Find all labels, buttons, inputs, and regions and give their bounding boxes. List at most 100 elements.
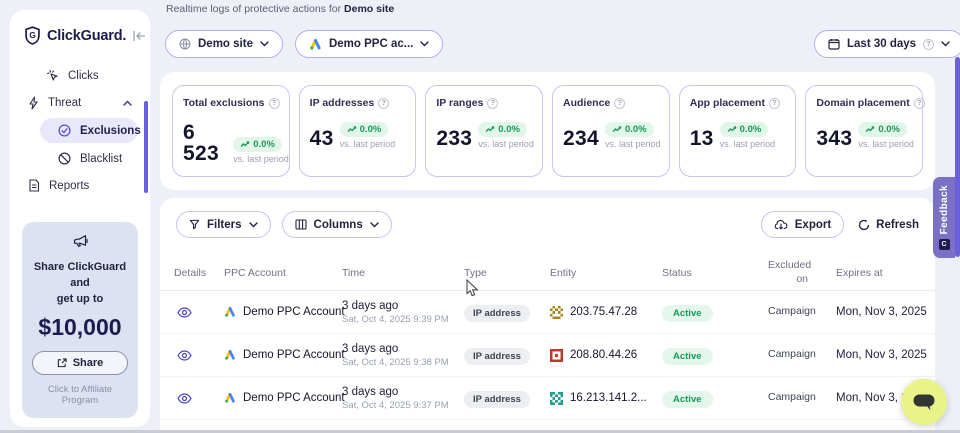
google-ads-icon [309, 38, 322, 51]
delta-badge: 0.0% [340, 122, 389, 137]
site-filter-dropdown[interactable]: Demo site [165, 30, 283, 58]
stat-label: IP ranges [436, 97, 483, 109]
columns-label: Columns [314, 219, 363, 231]
sidebar-item-reports[interactable]: Reports [10, 173, 150, 198]
expires-at-value: Mon, Nov 3, 2025 [828, 349, 935, 361]
time-relative: 3 days ago [342, 300, 450, 312]
col-header-time: Time [328, 267, 450, 279]
chevron-down-icon [370, 222, 379, 228]
sidebar-item-exclusions[interactable]: Exclusions [40, 118, 138, 143]
collapse-sidebar-icon[interactable] [132, 30, 146, 42]
sidebar-item-label: Clicks [68, 70, 99, 82]
delta-compare: vs. last period [720, 139, 776, 149]
stat-value: 13 [690, 128, 714, 149]
trend-up-icon [485, 126, 495, 133]
sidebar-item-blacklist[interactable]: Blacklist [10, 146, 150, 171]
entity-value: 208.80.44.26 [570, 349, 637, 361]
calendar-icon [828, 38, 840, 50]
help-icon[interactable] [769, 98, 780, 109]
stat-card-domain-placement: Domain placement 343 0.0% vs. last perio… [805, 85, 923, 177]
table-row: Demo PPC Account 3 days agoSat, Oct 4, 2… [160, 334, 935, 377]
help-icon[interactable] [269, 98, 280, 109]
delta-compare: vs. last period [233, 154, 289, 164]
ppc-account-dropdown[interactable]: Demo PPC ac... [295, 30, 443, 58]
chat-launcher-button[interactable] [901, 379, 947, 425]
entity-value: 203.75.47.28 [570, 306, 637, 318]
share-button-label: Share [73, 357, 104, 369]
trend-up-icon [612, 126, 622, 133]
stat-label: App placement [690, 97, 765, 109]
help-icon[interactable] [914, 98, 925, 109]
trend-up-icon [865, 126, 875, 133]
delta-badge: 0.0% [478, 122, 527, 137]
filters-label: Filters [207, 219, 242, 231]
trend-up-icon [240, 141, 250, 148]
help-icon[interactable] [487, 98, 498, 109]
affiliate-promo-card: Share ClickGuard and get up to $10,000 S… [22, 222, 138, 418]
brand-name: ClickGuard. [47, 28, 126, 44]
refresh-button[interactable]: Refresh [858, 219, 919, 231]
promo-text: Share ClickGuard and get up to [30, 260, 130, 308]
site-filter-value: Demo site [198, 38, 253, 50]
col-header-type: Type [450, 267, 536, 279]
sidebar-item-clicks[interactable]: Clicks [10, 63, 150, 88]
stat-label: Total exclusions [183, 97, 265, 109]
google-ads-icon [224, 306, 236, 318]
delta-badge: 0.0% [720, 122, 769, 137]
chat-bubble-icon [913, 394, 935, 411]
ip-identicon [550, 306, 563, 319]
trend-up-icon [727, 126, 737, 133]
help-icon[interactable] [378, 98, 389, 109]
date-range-dropdown[interactable]: Last 30 days [814, 30, 960, 58]
time-relative: 3 days ago [342, 386, 450, 398]
svg-text:G: G [29, 30, 36, 40]
delta-compare: vs. last period [858, 139, 914, 149]
sidebar: G ClickGuard. Clicks Threat [10, 10, 150, 427]
stat-card-ip-ranges: IP ranges 233 0.0% vs. last period [425, 85, 543, 177]
col-header-excluded-on: Excluded on [754, 259, 828, 285]
stats-panel: Total exclusions 6 523 0.0% vs. last per… [160, 72, 935, 190]
export-button[interactable]: Export [761, 211, 844, 238]
delta-compare: vs. last period [340, 139, 396, 149]
help-icon[interactable] [614, 98, 625, 109]
share-button[interactable]: Share [32, 351, 128, 375]
col-header-status: Status [648, 267, 754, 279]
view-details-eye-icon[interactable] [177, 393, 192, 404]
logo-row: G ClickGuard. [10, 10, 150, 51]
page-title-site: Demo site [344, 3, 394, 15]
stat-label: Audience [563, 97, 610, 109]
date-range-value: Last 30 days [847, 38, 916, 50]
report-document-icon [28, 179, 40, 192]
external-link-icon [57, 358, 67, 368]
promo-caption: Click to Affiliate Program [30, 384, 130, 406]
page-scrollbar[interactable] [955, 57, 960, 257]
chevron-down-icon [941, 41, 950, 47]
google-ads-icon [224, 392, 236, 404]
delta-compare: vs. last period [478, 139, 534, 149]
stat-value: 343 [816, 128, 852, 149]
view-details-eye-icon[interactable] [177, 350, 192, 361]
filters-dropdown[interactable]: Filters [176, 211, 271, 238]
time-absolute: Sat, Oct 4, 2025 9:38 PM [342, 357, 450, 368]
time-absolute: Sat, Oct 4, 2025 9:37 PM [342, 400, 450, 411]
col-header-expires-at: Expires at [828, 267, 935, 279]
time-absolute: Sat, Oct 4, 2025 9:39 PM [342, 314, 450, 325]
sidebar-item-threat[interactable]: Threat [10, 90, 150, 115]
promo-amount: $10,000 [30, 314, 130, 341]
ip-identicon [550, 392, 563, 405]
funnel-icon [189, 219, 200, 230]
feedback-tab[interactable]: Feedback C [933, 177, 955, 258]
columns-dropdown[interactable]: Columns [282, 211, 392, 238]
col-header-entity: Entity [536, 267, 648, 279]
status-badge: Active [662, 305, 713, 322]
lightning-icon [28, 96, 39, 110]
stat-value: 234 [563, 128, 599, 149]
globe-icon [179, 38, 191, 50]
view-details-eye-icon[interactable] [177, 307, 192, 318]
stat-label: Domain placement [816, 97, 909, 109]
stat-label: IP addresses [310, 97, 375, 109]
megaphone-icon [72, 234, 89, 249]
sidebar-scrollbar[interactable] [144, 101, 148, 193]
excluded-on-value: Campaign [754, 348, 828, 361]
export-label: Export [795, 219, 831, 231]
